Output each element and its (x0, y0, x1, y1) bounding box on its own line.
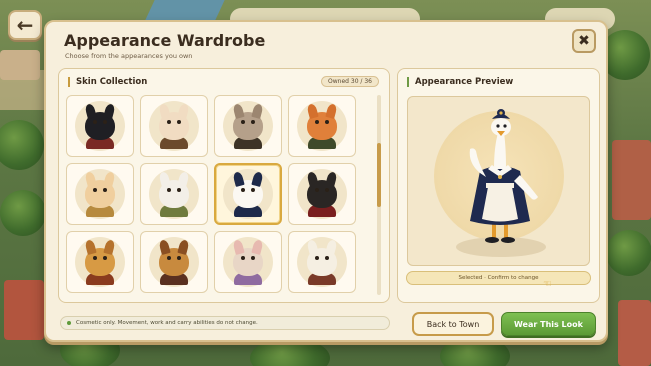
owned-count-badge: Owned 30 / 36 (321, 76, 379, 87)
skin-tile-lion-cub[interactable] (66, 231, 134, 293)
skin-tile-gorilla[interactable] (288, 163, 356, 225)
lion-icon (149, 237, 199, 287)
skin-tile-white-rabbit[interactable] (140, 163, 208, 225)
arrow-left-icon: ← (16, 13, 34, 37)
skin-collection: Skin Collection Owned 30 / 36 (58, 68, 390, 303)
bunny-icon (149, 101, 199, 151)
panther-icon (75, 101, 125, 151)
rabbit-icon (149, 169, 199, 219)
tree (0, 120, 44, 170)
back-arrow-button[interactable]: ← (8, 10, 42, 40)
cosmetic-note-text: Cosmetic only. Movement, work and carry … (76, 320, 258, 326)
skin-tile-goose[interactable] (214, 163, 282, 225)
close-icon: ✖ (578, 33, 590, 49)
skin-tile-black-panther[interactable] (66, 95, 134, 157)
preview-stage (407, 96, 590, 266)
appearance-preview: Appearance Preview Selected · Confirm to… (397, 68, 600, 303)
collection-title: Skin Collection (68, 77, 147, 87)
preview-title: Appearance Preview (407, 77, 513, 87)
house (612, 140, 651, 220)
fennec-icon (75, 169, 125, 219)
wear-this-look-button[interactable]: Wear This Look (501, 312, 596, 336)
panel-title: Appearance Wardrobe (64, 31, 266, 50)
house (0, 50, 40, 80)
skin-tile-lion[interactable] (140, 231, 208, 293)
close-button[interactable]: ✖ (572, 29, 596, 53)
house (618, 300, 651, 366)
tree (250, 338, 330, 366)
info-dot-icon (67, 321, 71, 325)
skin-tile-fox[interactable] (288, 95, 356, 157)
skin-tile-bunny[interactable] (140, 95, 208, 157)
lion-icon (75, 237, 125, 287)
tree (0, 190, 46, 236)
skin-tile-polar-bear[interactable] (288, 231, 356, 293)
back-to-town-button[interactable]: Back to Town (412, 312, 494, 336)
fox-icon (297, 101, 347, 151)
cosmetic-note: Cosmetic only. Movement, work and carry … (60, 316, 390, 330)
skin-grid (66, 95, 370, 297)
bear-icon (297, 237, 347, 287)
selection-status: Selected · Confirm to change (406, 271, 591, 285)
gorilla-icon (297, 169, 347, 219)
cat-icon (223, 101, 273, 151)
scroll-thumb[interactable] (377, 143, 381, 207)
mouse-icon (223, 237, 273, 287)
house (4, 280, 44, 340)
panel-subtitle: Choose from the appearances you own (65, 52, 193, 60)
goose-maid-icon (469, 109, 538, 243)
goose-icon (223, 169, 273, 219)
pointer-cursor-icon: ☜ (543, 279, 552, 290)
tree (606, 230, 651, 276)
skin-tile-mouse[interactable] (214, 231, 282, 293)
skin-tile-fennec[interactable] (66, 163, 134, 225)
collection-scrollbar[interactable] (377, 95, 381, 295)
skin-tile-tabby-cat[interactable] (214, 95, 282, 157)
wardrobe-panel: Appearance Wardrobe Choose from the appe… (44, 20, 608, 342)
